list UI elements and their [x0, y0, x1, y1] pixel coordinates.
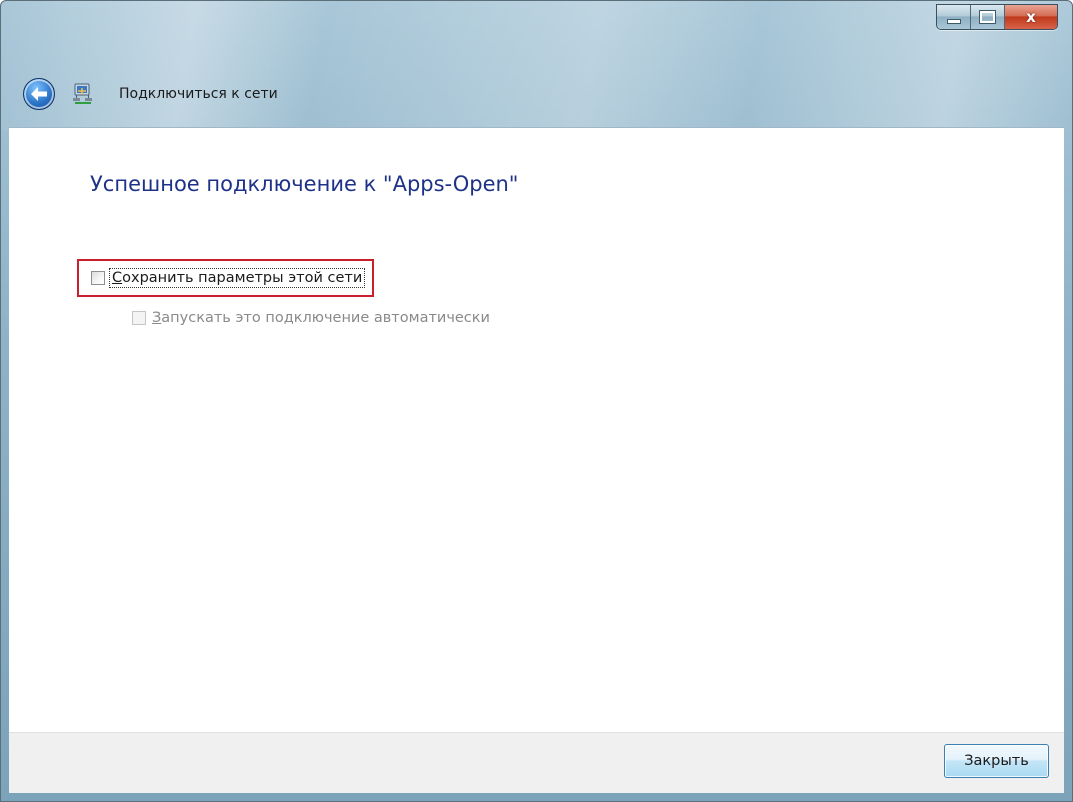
maximize-button[interactable] [971, 5, 1005, 29]
save-network-label[interactable]: Сохранить параметры этой сети [108, 268, 366, 288]
wizard-nav-bar: Подключиться к сети [9, 63, 1064, 125]
page-heading: Успешное подключение к "Apps-Open" [90, 172, 519, 196]
minimize-button[interactable] [937, 5, 971, 29]
close-window-button[interactable]: x [1005, 5, 1057, 29]
save-network-access-key: С [112, 270, 123, 286]
wizard-footer: Закрыть [9, 732, 1064, 793]
wizard-window: x Подключиться к сети Успешное подключен… [0, 0, 1073, 802]
save-network-checkbox[interactable] [91, 271, 105, 285]
auto-connect-access-key: З [152, 310, 162, 326]
caption-buttons: x [936, 4, 1058, 30]
minimize-icon [946, 18, 961, 24]
maximize-icon [979, 10, 996, 24]
save-network-label-text: охранить параметры этой сети [122, 270, 363, 286]
auto-connect-checkbox [132, 311, 146, 325]
save-network-option[interactable]: Сохранить параметры этой сети [77, 259, 375, 297]
close-icon: x [1026, 8, 1036, 26]
network-connect-icon [71, 82, 95, 106]
auto-connect-label: Запускать это подключение автоматически [152, 310, 490, 326]
wizard-content: Успешное подключение к "Apps-Open" Сохра… [9, 127, 1064, 733]
auto-connect-label-text: апускать это подключение автоматически [161, 310, 490, 326]
close-button[interactable]: Закрыть [944, 744, 1049, 778]
back-arrow-icon [31, 87, 47, 101]
wizard-title: Подключиться к сети [119, 86, 278, 102]
auto-connect-option: Запускать это подключение автоматически [132, 310, 490, 326]
back-button[interactable] [23, 78, 55, 110]
